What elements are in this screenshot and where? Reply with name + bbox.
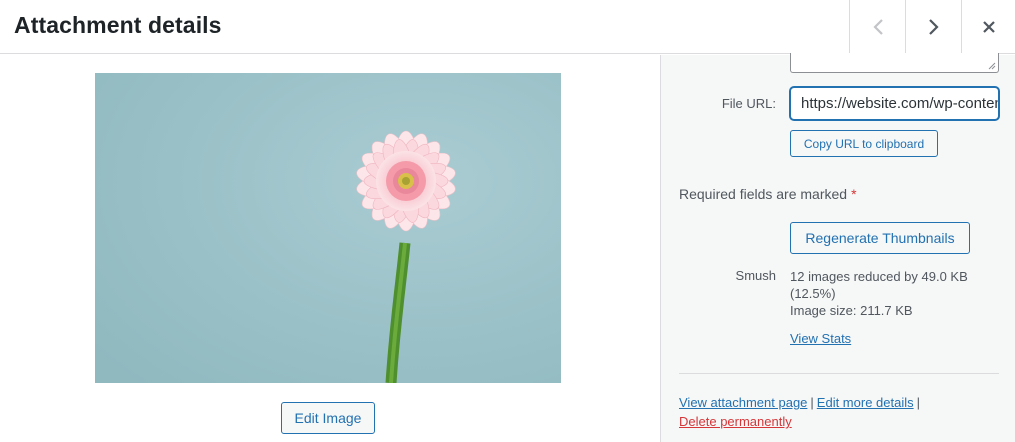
resize-grip-icon[interactable] (988, 62, 996, 70)
smush-label: Smush (735, 268, 776, 283)
file-url-value: https://website.com/wp-content/uploads/2… (801, 95, 998, 112)
view-attachment-page-link[interactable]: View attachment page (679, 395, 807, 410)
previous-button[interactable] (849, 0, 905, 54)
required-fields-note: Required fields are marked * (679, 186, 857, 202)
attachment-actions: View attachment page | Edit more details | … (679, 393, 999, 431)
regenerate-thumbnails-button[interactable]: Regenerate Thumbnails (790, 222, 970, 254)
page-title: Attachment details (14, 12, 222, 38)
separator: | (810, 395, 814, 410)
smush-image-size: Image size: 211.7 KB (790, 303, 913, 318)
description-textarea[interactable] (790, 53, 999, 73)
smush-percent: (12.5%) (790, 286, 836, 301)
chevron-left-icon (872, 19, 883, 35)
edit-more-details-link[interactable]: Edit more details (817, 395, 914, 410)
attachment-settings-panel: File URL: https://website.com/wp-content… (660, 53, 1015, 442)
smush-reduction: 12 images reduced by 49.0 KB (790, 269, 968, 284)
chevron-right-icon (928, 19, 939, 35)
delete-permanently-link[interactable]: Delete permanently (679, 414, 792, 429)
edit-image-button[interactable]: Edit Image (281, 402, 375, 434)
attachment-details-modal: Attachment details Edit Image File URL: … (0, 0, 1015, 442)
file-url-input[interactable]: https://website.com/wp-content/uploads/2… (790, 87, 999, 120)
close-icon (982, 21, 995, 33)
close-button[interactable] (961, 0, 1015, 54)
next-button[interactable] (905, 0, 961, 54)
attachment-media-view: Edit Image (0, 55, 660, 442)
copy-url-button[interactable]: Copy URL to clipboard (790, 130, 938, 157)
modal-header: Attachment details (0, 0, 1015, 54)
attachment-image (95, 73, 561, 383)
separator: | (916, 395, 921, 410)
smush-stats: 12 images reduced by 49.0 KB (12.5%) Ima… (790, 268, 1000, 319)
file-url-label: File URL: (721, 96, 776, 111)
view-stats-link[interactable]: View Stats (790, 331, 851, 346)
required-text: Required fields are marked (679, 186, 848, 202)
required-star: * (851, 186, 857, 202)
divider (679, 373, 999, 374)
